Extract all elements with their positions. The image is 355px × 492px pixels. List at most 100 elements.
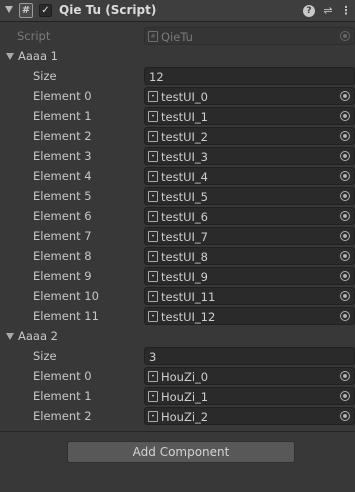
list-item: Element 3 • testUI_3 [0,146,355,166]
list-item: Element 2 • HouZi_2 [0,406,355,426]
foldout-arrow-icon[interactable] [6,53,14,60]
gameobject-icon: • [148,291,158,302]
list-item: Element 7 • testUI_7 [0,226,355,246]
element-label: Element 0 [33,89,92,103]
object-picker-icon[interactable] [340,91,350,101]
element-label: Element 9 [33,269,92,283]
foldout-arrow-icon[interactable] [6,333,14,340]
object-field[interactable]: • testUI_6 [144,207,355,225]
object-field[interactable]: • HouZi_0 [144,367,355,385]
object-field[interactable]: • testUI_8 [144,247,355,265]
object-field[interactable]: • testUI_4 [144,167,355,185]
element-label: Element 10 [33,289,99,303]
object-picker-icon[interactable] [340,151,350,161]
object-value: HouZi_0 [161,370,209,384]
aaaa1-size-row: Size 12 [0,66,355,86]
aaaa1-label: Aaaa 1 [18,49,58,63]
object-field[interactable]: • testUI_2 [144,127,355,145]
object-picker-icon[interactable] [340,311,350,321]
gameobject-icon: • [148,251,158,262]
size-value[interactable]: 3 [149,350,156,364]
gameobject-icon: • [148,271,158,282]
object-field[interactable]: • HouZi_2 [144,407,355,425]
object-picker-icon[interactable] [340,111,350,121]
script-label: Script [17,29,51,43]
gameobject-icon: • [148,391,158,402]
object-value: testUI_9 [161,270,208,284]
component-title: Qie Tu (Script) [59,3,157,17]
divider [0,431,355,432]
object-field[interactable]: • testUI_11 [144,287,355,305]
object-picker-icon[interactable] [340,131,350,141]
object-value: testUI_2 [161,130,208,144]
list-item: Element 6 • testUI_6 [0,206,355,226]
add-component-button[interactable]: Add Component [67,441,295,463]
object-picker-icon[interactable] [340,211,350,221]
preset-icon[interactable]: ⇌ [321,3,335,18]
size-value[interactable]: 12 [149,70,164,84]
help-icon[interactable]: ? [303,5,315,17]
object-value: HouZi_1 [161,390,209,404]
object-picker-icon[interactable] [340,191,350,201]
object-value: testUI_11 [161,290,216,304]
object-picker-icon[interactable] [340,271,350,281]
object-picker-icon[interactable] [340,411,350,421]
gameobject-icon: • [148,311,158,322]
element-label: Element 3 [33,149,92,163]
object-picker-icon [340,31,350,41]
element-label: Element 2 [33,129,92,143]
object-picker-icon[interactable] [340,371,350,381]
list-item: Element 0 • testUI_0 [0,86,355,106]
object-field[interactable]: • testUI_9 [144,267,355,285]
object-picker-icon[interactable] [340,391,350,401]
list-item: Element 8 • testUI_8 [0,246,355,266]
object-value: testUI_4 [161,170,208,184]
gameobject-icon: • [148,111,158,122]
enabled-checkbox[interactable]: ✓ [39,4,52,17]
aaaa2-size-field[interactable]: 3 [144,347,355,365]
object-field[interactable]: • testUI_5 [144,187,355,205]
more-options-icon[interactable]: ⋮ [339,3,353,18]
object-picker-icon[interactable] [340,251,350,261]
list-item: Element 11 • testUI_12 [0,306,355,326]
object-value: testUI_0 [161,90,208,104]
object-value: testUI_7 [161,230,208,244]
fold-arrow-icon[interactable] [5,6,13,13]
gameobject-icon: • [148,91,158,102]
object-field[interactable]: • testUI_3 [144,147,355,165]
object-picker-icon[interactable] [340,171,350,181]
aaaa1-foldout[interactable]: Aaaa 1 [0,46,355,66]
aaaa2-size-row: Size 3 [0,346,355,366]
object-value: testUI_3 [161,150,208,164]
component-header[interactable]: # ✓ Qie Tu (Script) ? ⇌ ⋮ [0,0,355,22]
object-field[interactable]: • testUI_12 [144,307,355,325]
element-label: Element 1 [33,109,92,123]
gameobject-icon: • [148,151,158,162]
aaaa2-foldout[interactable]: Aaaa 2 [0,326,355,346]
object-field[interactable]: • HouZi_1 [144,387,355,405]
list-item: Element 5 • testUI_5 [0,186,355,206]
element-label: Element 5 [33,189,92,203]
gameobject-icon: • [148,211,158,222]
element-label: Element 2 [33,409,92,423]
list-item: Element 10 • testUI_11 [0,286,355,306]
object-picker-icon[interactable] [340,291,350,301]
aaaa1-size-field[interactable]: 12 [144,67,355,85]
gameobject-icon: • [148,411,158,422]
object-field[interactable]: • testUI_7 [144,227,355,245]
object-field[interactable]: • testUI_0 [144,87,355,105]
object-value: testUI_12 [161,310,216,324]
object-field[interactable]: • testUI_1 [144,107,355,125]
list-item: Element 0 • HouZi_0 [0,366,355,386]
gameobject-icon: • [148,131,158,142]
object-value: testUI_6 [161,210,208,224]
script-field: # QieTu [144,27,355,45]
object-value: testUI_5 [161,190,208,204]
element-label: Element 8 [33,249,92,263]
script-row: Script # QieTu [0,26,355,46]
object-picker-icon[interactable] [340,231,350,241]
gameobject-icon: • [148,191,158,202]
gameobject-icon: • [148,171,158,182]
element-label: Element 4 [33,169,92,183]
element-label: Element 1 [33,389,92,403]
